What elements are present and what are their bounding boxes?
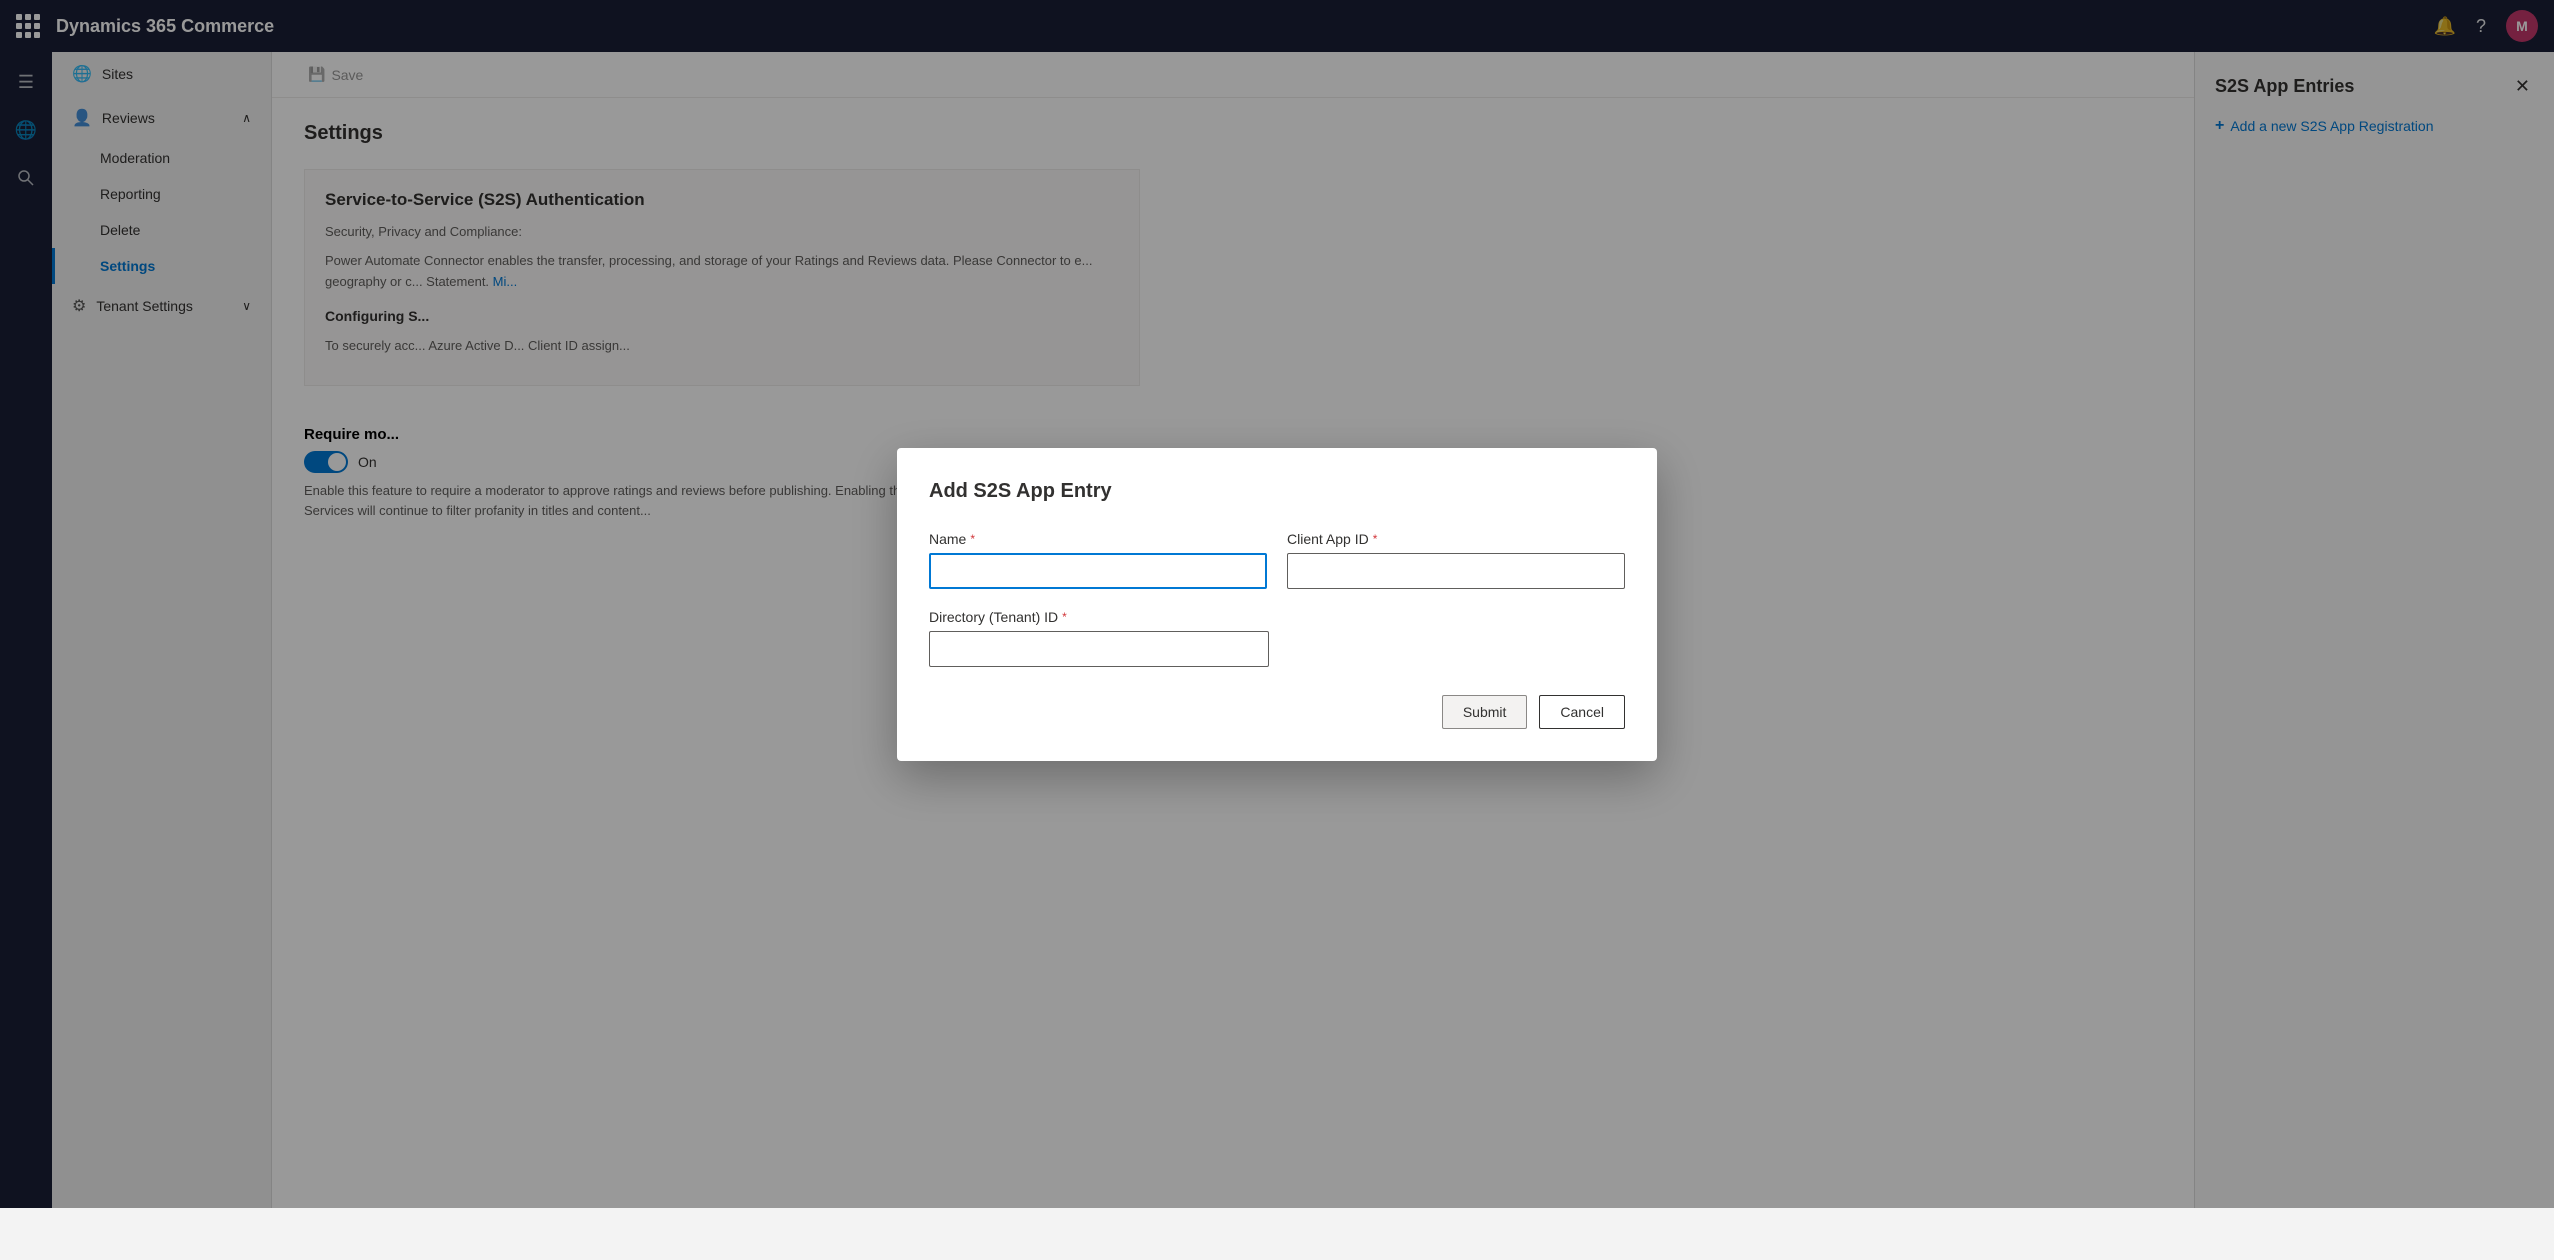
directory-tenant-id-input[interactable] xyxy=(929,631,1269,667)
name-required-indicator: * xyxy=(970,532,975,546)
modal-fields: Name * Client App ID * Directory (Tenant… xyxy=(929,531,1625,667)
client-app-id-field-group: Client App ID * xyxy=(1287,531,1625,589)
directory-tenant-id-field-group: Directory (Tenant) ID * xyxy=(929,609,1625,667)
name-label: Name * xyxy=(929,531,1267,547)
modal-actions: Submit Cancel xyxy=(929,695,1625,729)
client-app-id-label: Client App ID * xyxy=(1287,531,1625,547)
cancel-label: Cancel xyxy=(1560,704,1604,720)
directory-tenant-id-label: Directory (Tenant) ID * xyxy=(929,609,1625,625)
directory-required-indicator: * xyxy=(1062,610,1067,624)
name-field-group: Name * xyxy=(929,531,1267,589)
name-input[interactable] xyxy=(929,553,1267,589)
modal-dialog: Add S2S App Entry Name * Client App ID * xyxy=(897,448,1657,761)
client-app-id-input[interactable] xyxy=(1287,553,1625,589)
client-required-indicator: * xyxy=(1373,532,1378,546)
submit-button[interactable]: Submit xyxy=(1442,695,1528,729)
cancel-button[interactable]: Cancel xyxy=(1539,695,1625,729)
submit-label: Submit xyxy=(1463,704,1507,720)
modal-overlay: Add S2S App Entry Name * Client App ID * xyxy=(0,0,2554,1208)
modal-title: Add S2S App Entry xyxy=(929,480,1625,503)
